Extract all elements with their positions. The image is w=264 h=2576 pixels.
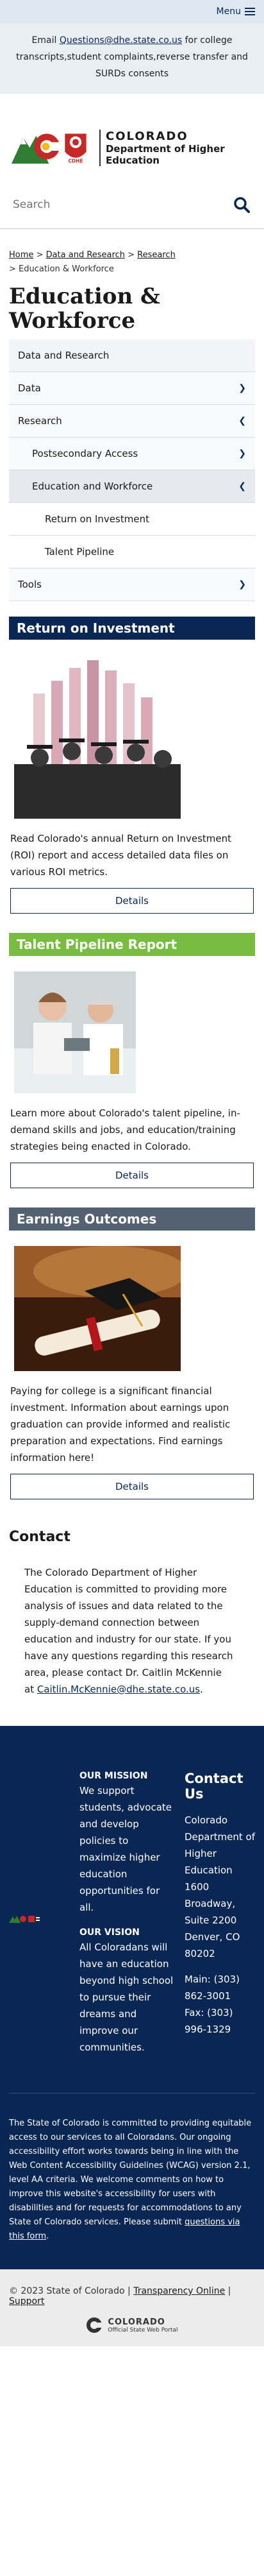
transparency-link[interactable]: Transparency Online (133, 2286, 225, 2296)
nav-label: Education and Workforce (32, 481, 153, 492)
contact-heading: Contact (9, 1529, 70, 1545)
contact-description: The Colorado Department of Higher Educat… (24, 1567, 233, 1678)
copyright: © 2023 State of Colorado (9, 2286, 125, 2296)
bottom-bar: © 2023 State of Colorado | Transparency … (0, 2269, 264, 2346)
diploma-image (14, 1246, 181, 1371)
footer-fax: Fax: (303) 996-1329 (185, 2007, 233, 2035)
footer-address: 1600 Broadway, Suite 2200 Denver, CO 802… (185, 1881, 240, 1959)
site-logo[interactable]: CDHE COLORADO Department of Higher Educa… (0, 94, 264, 187)
chevron-right-icon: ❯ (238, 448, 246, 459)
accessibility-text: The State of Colorado is committed to pr… (9, 2119, 252, 2227)
vision-text: All Coloradans will have an education be… (79, 1941, 174, 2053)
chevron-down-icon: ❮ (238, 481, 246, 491)
nav-talent-pipeline[interactable]: Talent Pipeline (9, 536, 255, 568)
vision-heading: OUR VISION (79, 1927, 140, 1938)
talent-section: Talent Pipeline Report Learn more about … (9, 933, 255, 1188)
breadcrumb-research[interactable]: Research (137, 250, 176, 260)
nav-data-and-research[interactable]: Data and Research (9, 339, 255, 372)
hamburger-icon (245, 6, 255, 17)
search-icon[interactable] (233, 196, 250, 213)
nav-label: Postsecondary Access (32, 448, 138, 459)
chevron-right-icon: ❯ (238, 383, 246, 393)
nav-postsecondary-access[interactable]: Postsecondary Access ❯ (9, 438, 255, 470)
mission-text: We support students, advocate and develo… (79, 1785, 172, 1913)
cdhe-badge-text: CDHE (68, 158, 83, 164)
nav-label: Research (18, 415, 62, 427)
talent-heading: Talent Pipeline Report (9, 933, 255, 956)
menu-button[interactable]: Menu (217, 6, 255, 17)
menu-label: Menu (216, 6, 241, 17)
bottom-separator: | (128, 2286, 131, 2296)
cdhe-footer-logo-icon (9, 1916, 40, 1923)
portal-label: Official State Web Portal (108, 2326, 178, 2333)
announcement-banner: Email Questions@dhe.state.co.us for coll… (0, 23, 264, 94)
search-bar (0, 187, 264, 229)
announcement-text-start: Email (31, 35, 60, 46)
nav-label: Return on Investment (45, 513, 149, 525)
nav-education-and-workforce[interactable]: Education and Workforce ❮ (9, 470, 255, 503)
earnings-details-button[interactable]: Details (10, 1474, 254, 1499)
nav-tools[interactable]: Tools ❯ (9, 568, 255, 601)
breadcrumb-separator: > (128, 250, 135, 260)
nav-return-on-investment[interactable]: Return on Investment (9, 503, 255, 536)
nav-research[interactable]: Research ❮ (9, 405, 255, 438)
logo-state: COLORADO (105, 129, 188, 143)
earnings-heading: Earnings Outcomes (9, 1207, 255, 1231)
breadcrumb-separator: > (36, 250, 44, 260)
breadcrumb-current: Education & Workforce (19, 264, 114, 274)
site-footer: OUR MISSION We support students, advocat… (0, 1726, 264, 2269)
breadcrumb: Home > Data and Research > Research > Ed… (0, 248, 264, 284)
mission-vision: OUR MISSION We support students, advocat… (79, 1771, 176, 2067)
footer-org: Colorado Department of Higher Education (185, 1814, 255, 1876)
breadcrumb-home[interactable]: Home (9, 250, 33, 260)
bottom-links: © 2023 State of Colorado | Transparency … (9, 2286, 255, 2307)
cdhe-logo-icon: CDHE (12, 133, 87, 164)
lab-workers-image (14, 971, 136, 1093)
logo-department: Department of Higher Education (105, 142, 225, 166)
support-link[interactable]: Support (9, 2296, 44, 2307)
roi-heading: Return on Investment (9, 617, 255, 640)
state-portal-logo[interactable]: COLORADO Official State Web Portal (9, 2317, 255, 2333)
graduates-image (14, 655, 181, 819)
chevron-down-icon: ❮ (238, 416, 246, 426)
page-title: Education & Workforce (9, 284, 160, 334)
earnings-section: Earnings Outcomes Paying for college is … (9, 1207, 255, 1499)
portal-text: COLORADO Official State Web Portal (108, 2317, 177, 2333)
footer-logo[interactable] (9, 1915, 70, 1923)
top-bar: Menu (0, 0, 264, 23)
nav-label: Data and Research (18, 350, 110, 361)
roi-section: Return on Investment Read Colorado's ann… (9, 617, 255, 914)
nav-label: Talent Pipeline (45, 546, 115, 558)
questions-email-link[interactable]: Questions@dhe.state.co.us (60, 35, 182, 46)
bottom-separator: | (227, 2286, 231, 2296)
mission-heading: OUR MISSION (79, 1771, 148, 1781)
roi-details-button[interactable]: Details (10, 888, 254, 914)
chevron-right-icon: ❯ (238, 579, 246, 590)
contact-email-link[interactable]: Caitlin.McKennie@dhe.state.co.us (37, 1684, 200, 1695)
contact-text: The Colorado Department of Higher Educat… (0, 1564, 264, 1698)
nav-label: Tools (18, 579, 42, 590)
nav-label: Data (18, 382, 41, 394)
side-navigation: Data and Research Data ❯ Research ❮ Postse… (9, 339, 255, 601)
accessibility-note: The State of Colorado is committed to pr… (9, 2093, 255, 2244)
contact-period: . (200, 1684, 203, 1695)
breadcrumb-data-research[interactable]: Data and Research (46, 250, 125, 260)
earnings-description: Paying for college is a significant fina… (10, 1385, 231, 1463)
talent-details-button[interactable]: Details (10, 1163, 254, 1188)
footer-contact-heading: Contact Us (185, 1771, 243, 1802)
breadcrumb-separator: > (9, 264, 16, 274)
footer-main-phone: Main: (303) 862-3001 (185, 1974, 240, 2002)
nav-data[interactable]: Data ❯ (9, 372, 255, 405)
logo-text: COLORADO Department of Higher Education (99, 129, 252, 166)
talent-description: Learn more about Colorado's talent pipel… (10, 1107, 240, 1152)
accessibility-period: . (46, 2231, 49, 2241)
portal-state: COLORADO (108, 2317, 165, 2327)
roi-description: Read Colorado's annual Return on Investm… (10, 833, 232, 878)
contact-at: at (24, 1684, 37, 1695)
footer-contact: Contact Us Colorado Department of Higher… (185, 1771, 255, 2067)
search-input[interactable] (13, 198, 205, 211)
colorado-c-logo-icon (87, 2317, 103, 2333)
